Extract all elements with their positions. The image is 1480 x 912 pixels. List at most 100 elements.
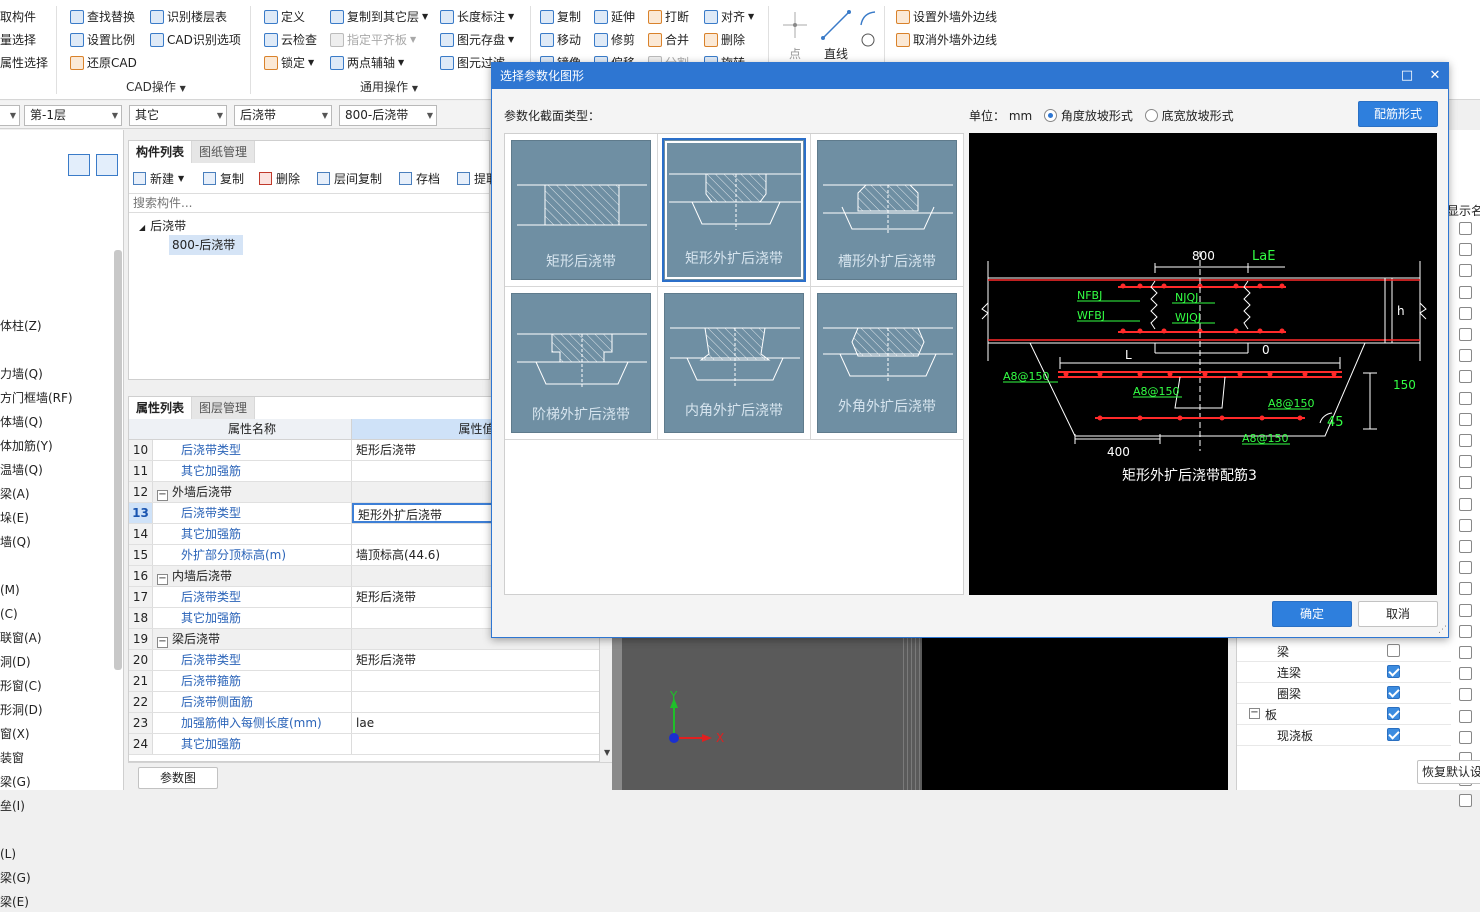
set-outer-wall-line-button[interactable]: 设置外墙外边线	[896, 7, 997, 27]
ribbon-batch-select[interactable]: 量选择	[0, 30, 36, 50]
scroll-down-icon[interactable]: ▼	[604, 748, 610, 757]
nav-item[interactable]: 梁(G)	[0, 868, 31, 888]
nav-item[interactable]: 力墙(Q)	[0, 364, 43, 384]
visibility-checkbox[interactable]	[1459, 497, 1472, 511]
group-common-ops[interactable]: 通用操作 ▼	[360, 78, 418, 96]
shape-option[interactable]: 槽形外扩后浇带	[811, 134, 964, 287]
copy-component-button[interactable]: 复制	[203, 170, 244, 187]
display-item-checkbox[interactable]	[1387, 707, 1400, 720]
shape-option[interactable]: 内角外扩后浇带	[658, 287, 811, 440]
visibility-checkbox[interactable]	[1459, 222, 1472, 235]
visibility-checkbox[interactable]	[1459, 624, 1472, 638]
visibility-checkbox[interactable]	[1459, 306, 1472, 320]
grid-view-icon[interactable]	[96, 154, 118, 176]
nav-item[interactable]: (M)	[0, 580, 20, 600]
nav-item[interactable]: (C)	[0, 604, 18, 624]
nav-item[interactable]: 体柱(Z)	[0, 316, 42, 336]
visibility-checkbox[interactable]	[1459, 540, 1472, 553]
type-select[interactable]: 后浇带 ▼	[234, 105, 332, 126]
tree-item-selected[interactable]: 800-后浇带	[169, 235, 243, 255]
visibility-checkbox[interactable]	[1459, 370, 1472, 384]
display-item-checkbox[interactable]	[1387, 665, 1400, 678]
visibility-checkbox[interactable]	[1459, 646, 1472, 659]
property-row[interactable]: 22 后浇带侧面筋	[129, 692, 599, 713]
display-item-checkbox[interactable]	[1387, 644, 1400, 657]
extend-button[interactable]: 延伸	[594, 7, 635, 27]
trim-button[interactable]: 修剪	[594, 30, 635, 50]
visibility-checkbox[interactable]	[1459, 518, 1472, 532]
nav-item[interactable]: 洞(D)	[0, 652, 31, 672]
nav-item[interactable]: 形洞(D)	[0, 700, 43, 720]
define-button[interactable]: 定义	[264, 7, 305, 27]
category-select[interactable]: 其它 ▼	[129, 105, 227, 126]
tab-drawing-management[interactable]: 图纸管理	[192, 141, 256, 163]
collapse-icon[interactable]: −	[157, 637, 168, 648]
component-search-input[interactable]	[129, 193, 489, 213]
merge-button[interactable]: 合并	[648, 30, 689, 50]
nav-item[interactable]: 垛(E)	[0, 508, 29, 528]
nav-item[interactable]: 梁(E)	[0, 892, 29, 912]
floor-select[interactable]: 第-1层 ▼	[24, 105, 122, 126]
collapse-icon[interactable]: −	[157, 490, 168, 501]
group-cad-ops[interactable]: CAD操作 ▼	[126, 78, 186, 96]
delete-button[interactable]: 删除	[704, 30, 745, 50]
visibility-checkbox[interactable]	[1459, 285, 1472, 299]
nav-item[interactable]: 体加筋(Y)	[0, 436, 53, 456]
rebar-form-button[interactable]: 配筋形式	[1358, 101, 1438, 127]
tab-component-list[interactable]: 构件列表	[129, 141, 193, 163]
nav-item[interactable]: 温墙(Q)	[0, 460, 43, 480]
restore-cad-button[interactable]: 还原CAD	[70, 53, 137, 73]
visibility-checkbox[interactable]	[1459, 476, 1472, 490]
nav-scrollbar[interactable]	[114, 250, 122, 670]
cloud-check-button[interactable]: 云检查	[264, 30, 317, 50]
ribbon-attribute-select[interactable]: 属性选择	[0, 53, 48, 73]
visibility-checkbox[interactable]	[1459, 582, 1472, 596]
find-replace-button[interactable]: 查找替换	[70, 7, 135, 27]
visibility-checkbox[interactable]	[1459, 561, 1472, 575]
property-row[interactable]: 20 后浇带类型 矩形后浇带	[129, 650, 599, 671]
collapse-icon[interactable]: −	[157, 574, 168, 585]
visibility-checkbox[interactable]	[1459, 349, 1472, 363]
nav-item[interactable]: 形窗(C)	[0, 676, 42, 696]
cancel-outer-wall-line-button[interactable]: 取消外墙外边线	[896, 30, 997, 50]
visibility-checkbox[interactable]	[1459, 264, 1472, 278]
move-button[interactable]: 移动	[540, 30, 581, 50]
floor-copy-button[interactable]: 层间复制	[317, 170, 382, 187]
lock-button[interactable]: 锁定 ▼	[264, 53, 314, 73]
shape-option[interactable]: 外角外扩后浇带	[811, 287, 964, 440]
drawing-canvas[interactable]: Y X	[622, 638, 1228, 790]
two-point-axis-button[interactable]: 两点辅轴 ▼	[330, 53, 404, 73]
align-button[interactable]: 对齐 ▼	[704, 7, 754, 27]
param-diagram-button[interactable]: 参数图	[138, 767, 218, 789]
tree-root[interactable]: ◢ 后浇带	[139, 217, 186, 234]
archive-button[interactable]: 存档	[399, 170, 440, 187]
radio-angle-slope[interactable]	[1044, 109, 1058, 122]
ribbon-pick-component[interactable]: 取构件	[0, 7, 36, 27]
property-value[interactable]: 矩形后浇带	[352, 650, 599, 670]
nav-item[interactable]: (L)	[0, 844, 16, 864]
delete-component-button[interactable]: 删除	[259, 170, 300, 187]
tab-layer-management[interactable]: 图层管理	[192, 397, 256, 419]
component-select[interactable]: 800-后浇带 ▼	[339, 105, 437, 126]
visibility-checkbox[interactable]	[1459, 794, 1472, 808]
property-row[interactable]: 21 后浇带箍筋	[129, 671, 599, 692]
property-value[interactable]	[352, 734, 599, 754]
save-element-button[interactable]: 图元存盘 ▼	[440, 30, 514, 50]
visibility-checkbox[interactable]	[1459, 243, 1472, 257]
nav-item[interactable]: 垒(I)	[0, 796, 25, 816]
list-view-icon[interactable]	[68, 154, 90, 176]
restore-default-button[interactable]: 恢复默认设	[1417, 760, 1480, 784]
nav-item[interactable]: 窗(X)	[0, 724, 30, 744]
visibility-checkbox[interactable]	[1459, 412, 1472, 426]
visibility-checkbox[interactable]	[1459, 730, 1472, 744]
property-row[interactable]: 23 加强筋伸入每侧长度(mm) lae	[129, 713, 599, 734]
identify-floor-table-button[interactable]: 识别楼层表	[150, 7, 227, 27]
close-icon[interactable]: ✕	[1422, 63, 1448, 89]
property-row[interactable]: 24 其它加强筋	[129, 734, 599, 755]
nav-item[interactable]: 方门框墙(RF)	[0, 388, 73, 408]
display-item-checkbox[interactable]	[1387, 728, 1400, 741]
property-value[interactable]	[352, 692, 599, 712]
arc-tools[interactable]	[858, 8, 878, 68]
cancel-button[interactable]: 取消	[1358, 601, 1438, 627]
property-value[interactable]	[352, 671, 599, 691]
